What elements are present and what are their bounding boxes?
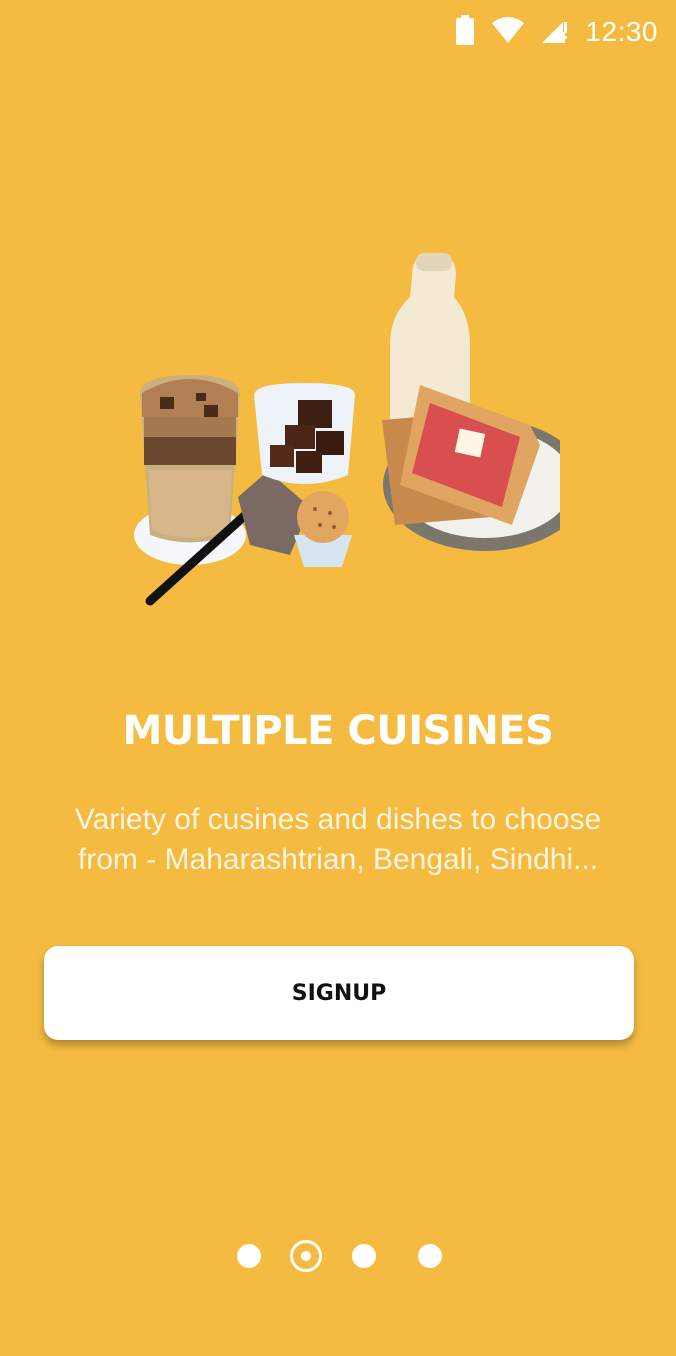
food-illustration bbox=[120, 245, 587, 615]
page-dot-3[interactable] bbox=[352, 1244, 376, 1268]
wifi-icon bbox=[491, 16, 525, 49]
status-icons: 12:30 bbox=[455, 14, 658, 50]
description-line-2: from - Maharashtrian, Bengali, Sindhi... bbox=[77, 843, 599, 876]
signup-button[interactable]: SIGNUP bbox=[44, 946, 634, 1040]
page-indicator bbox=[0, 1237, 676, 1275]
cellular-signal-icon bbox=[541, 16, 569, 49]
status-bar: 12:30 bbox=[0, 0, 676, 64]
onboarding-title: MULTIPLE CUISINES bbox=[122, 708, 554, 754]
description-line-1: Variety of cusines and dishes to choose bbox=[74, 803, 602, 836]
page-dot-2-active[interactable] bbox=[290, 1240, 322, 1272]
status-time: 12:30 bbox=[585, 16, 658, 47]
page-dot-1[interactable] bbox=[237, 1244, 261, 1268]
battery-icon bbox=[455, 14, 475, 50]
onboarding-description: Variety of cusines and dishes to choose … bbox=[40, 800, 636, 880]
page-dot-4[interactable] bbox=[418, 1244, 442, 1268]
